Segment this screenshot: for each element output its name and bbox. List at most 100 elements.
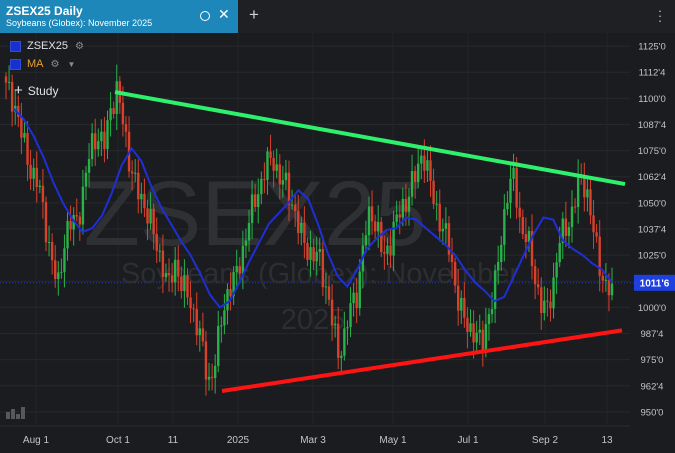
candle-body	[586, 189, 589, 198]
candle-body	[269, 151, 272, 158]
candle-body	[158, 250, 162, 252]
candle-body	[250, 194, 254, 224]
candle-body	[318, 249, 321, 252]
candle-body	[413, 171, 417, 183]
price-tick-label: 1112'4	[639, 68, 666, 79]
price-chart[interactable]: ZSEX25 Soybeans (Globex): November 2025 …	[0, 33, 675, 453]
candle-body	[417, 163, 420, 183]
candle-body	[229, 289, 232, 297]
kebab-menu-icon[interactable]: · · ·	[657, 4, 663, 27]
candle-body	[50, 242, 54, 261]
add-study-button[interactable]: + Study	[14, 82, 58, 99]
candle-body	[183, 275, 186, 292]
price-tick-label: 1100'0	[638, 94, 666, 105]
candle-body	[81, 186, 85, 225]
candle-body	[303, 222, 306, 243]
legend-symbol: ZSEX25	[27, 40, 68, 52]
candle-body	[293, 204, 297, 212]
close-icon[interactable]: ✕	[218, 7, 230, 21]
candle-body	[410, 171, 414, 197]
candle-body	[592, 215, 595, 233]
candle-body	[87, 159, 91, 173]
top-bar: ZSEX25 Daily Soybeans (Globex): November…	[0, 0, 675, 33]
candle-body	[506, 202, 509, 210]
candle-body	[536, 284, 540, 288]
candle-body	[226, 289, 229, 311]
candle-body	[75, 215, 78, 217]
candle-body	[47, 242, 51, 244]
candle-body	[567, 227, 571, 236]
price-tick-label: 1000'0	[638, 303, 666, 314]
candle-body	[407, 196, 411, 212]
candle-body	[195, 308, 198, 336]
candle-body	[404, 198, 408, 212]
last-price-label: 1011'6	[640, 278, 670, 289]
price-tick-label: 1125'0	[638, 42, 666, 53]
candle-body	[432, 180, 435, 205]
candle-body	[367, 206, 371, 236]
chevron-down-icon[interactable]: ▼	[67, 60, 75, 69]
candle-body	[78, 216, 82, 225]
candle-body	[389, 245, 392, 256]
candle-body	[10, 81, 14, 112]
candle-body	[60, 271, 63, 273]
candle-body	[423, 155, 426, 171]
candle-body	[44, 202, 48, 243]
candle-body	[573, 206, 577, 208]
candle-body	[346, 327, 349, 329]
new-tab-button[interactable]: +	[249, 6, 259, 23]
candle-body	[395, 214, 398, 222]
candle-body	[309, 247, 312, 260]
candle-body	[146, 208, 149, 224]
candle-body	[469, 323, 472, 332]
candle-body	[512, 167, 515, 179]
tab-subtitle: Soybeans (Globex): November 2025	[6, 18, 153, 28]
time-axis[interactable]: Aug 1 Oct 1 11 2025 Mar 3 May 1 Jul 1 Sep 2 13	[0, 425, 630, 446]
support-trendline[interactable]	[221, 328, 623, 394]
candle-body	[241, 245, 245, 274]
candle-body	[524, 234, 528, 243]
gear-icon[interactable]: ⚙	[51, 59, 60, 70]
candle-body	[180, 276, 183, 292]
candle-body	[94, 133, 97, 150]
candle-body	[330, 299, 334, 326]
gear-icon[interactable]: ⚙	[75, 41, 84, 52]
candle-body	[420, 155, 423, 164]
candle-body	[161, 250, 165, 278]
candle-body	[333, 323, 337, 326]
symbol-swatch	[10, 40, 21, 52]
candle-body	[41, 185, 45, 203]
candle-body	[204, 341, 208, 380]
circle-icon[interactable]	[200, 11, 210, 21]
candle-body	[109, 108, 112, 121]
chart-tab[interactable]: ZSEX25 Daily Soybeans (Globex): November…	[0, 0, 238, 33]
candle-body	[552, 277, 555, 309]
candle-body	[358, 271, 361, 309]
candle-body	[540, 287, 543, 314]
candle-body	[198, 328, 201, 336]
candle-body	[463, 297, 466, 318]
legend-ma-row[interactable]: MA ⚙ ▼	[10, 58, 75, 70]
candle-body	[90, 133, 94, 160]
candle-body	[370, 206, 374, 222]
candle-body	[438, 203, 441, 232]
candle-body	[69, 221, 72, 230]
candle-body	[149, 208, 152, 224]
study-label: Study	[27, 84, 59, 98]
watermark: ZSEX25 Soybeans (Globex): November 2025	[84, 163, 520, 336]
legend-symbol-row[interactable]: ZSEX25 ⚙	[10, 40, 84, 52]
candle-body	[312, 247, 315, 262]
candle-body	[20, 117, 23, 138]
price-axis[interactable]: 1125'0 1112'4 1100'0 1087'4 1075'0 1062'4 1050…	[638, 42, 666, 419]
legend-ma: MA	[27, 58, 44, 70]
candle-body	[23, 133, 26, 138]
candle-body	[352, 292, 355, 304]
candle-body	[521, 217, 524, 235]
price-tick-label: 1025'0	[638, 251, 666, 262]
candle-body	[213, 365, 217, 379]
candle-body	[272, 157, 275, 171]
candle-body	[167, 273, 171, 276]
candle-body	[435, 203, 438, 205]
candle-body	[133, 172, 137, 174]
candle-body	[595, 232, 598, 237]
